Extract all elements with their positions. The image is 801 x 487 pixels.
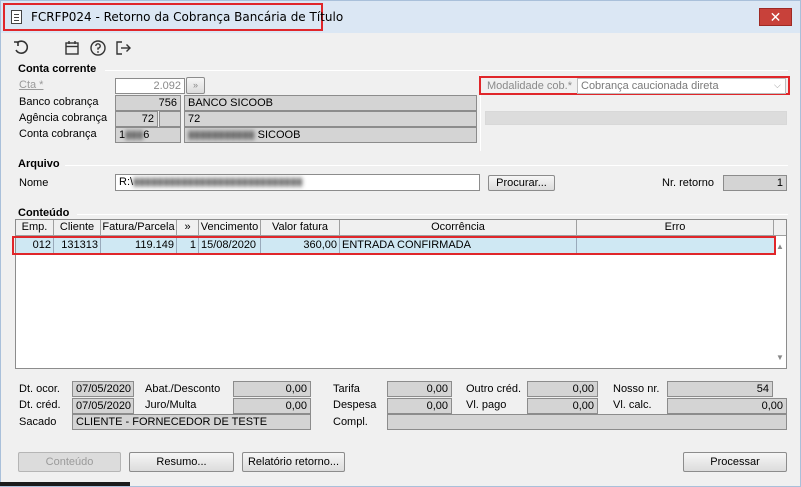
outro-cred-label: Outro créd.	[466, 383, 522, 395]
vl-pago-label: Vl. pago	[466, 399, 507, 411]
window: FCRFP024 - Retorno da Cobrança Bancária …	[0, 0, 801, 487]
calendar-icon[interactable]	[63, 39, 81, 57]
resumo-button[interactable]: Resumo...	[129, 452, 234, 472]
scroll-up-icon[interactable]: ▲	[776, 242, 784, 251]
nr-retorno-label: Nr. retorno	[662, 177, 714, 189]
column-header[interactable]: Fatura/Parcela	[101, 220, 177, 236]
compl-field[interactable]	[387, 414, 787, 430]
empty-field	[485, 111, 787, 125]
dt-cred-field[interactable]: 07/05/2020	[72, 398, 134, 414]
arquivo-title: Arquivo	[18, 158, 60, 170]
relatorio-retorno-button[interactable]: Relatório retorno...	[242, 452, 345, 472]
nosso-nr-field[interactable]: 54	[667, 381, 773, 397]
undo-icon[interactable]	[12, 39, 30, 57]
section-divider	[105, 70, 788, 71]
conta-name-field: ▮▮▮▮▮▮▮▮▮▮▮ SICOOB	[184, 127, 477, 143]
vl-calc-label: Vl. calc.	[613, 399, 652, 411]
outro-cred-field[interactable]: 0,00	[527, 381, 598, 397]
dt-ocor-field[interactable]: 07/05/2020	[72, 381, 134, 397]
exit-icon[interactable]	[114, 39, 132, 57]
nome-text: R:\	[119, 176, 134, 188]
sacado-label: Sacado	[19, 416, 57, 428]
sacado-field[interactable]: CLIENTE - FORNECEDOR DE TESTE	[72, 414, 311, 430]
title-bar: FCRFP024 - Retorno da Cobrança Bancária …	[1, 1, 800, 33]
juro-label: Juro/Multa	[145, 399, 197, 411]
column-header[interactable]: Valor fatura	[261, 220, 340, 236]
close-button[interactable]: ✕	[759, 8, 792, 26]
tarifa-field[interactable]: 0,00	[387, 381, 452, 397]
column-header[interactable]: Ocorrência	[340, 220, 577, 236]
tarifa-label: Tarifa	[333, 383, 360, 395]
document-icon	[11, 10, 22, 24]
nosso-nr-label: Nosso nr.	[613, 383, 660, 395]
modalidade-select[interactable]: Cobrança caucionada direta	[577, 78, 786, 94]
banco-code-field[interactable]: 756	[115, 95, 181, 111]
toolbar	[1, 33, 800, 61]
conteudo-title: Conteúdo	[18, 207, 70, 219]
row-highlight-box	[12, 236, 776, 255]
conteudo-button[interactable]: Conteúdo	[18, 452, 121, 472]
column-header[interactable]: Vencimento	[199, 220, 261, 236]
taskbar-edge	[0, 482, 130, 486]
nome-field[interactable]: R:\▮▮▮▮▮▮▮▮▮▮▮▮▮▮▮▮▮▮▮▮▮▮▮▮▮▮▮▮	[115, 174, 480, 191]
despesa-label: Despesa	[333, 399, 377, 411]
column-header[interactable]: Erro	[577, 220, 774, 236]
help-icon[interactable]	[89, 39, 107, 57]
banco-label: Banco cobrança	[19, 96, 99, 108]
abat-field[interactable]: 0,00	[233, 381, 311, 397]
vl-pago-field[interactable]: 0,00	[527, 398, 598, 414]
section-divider	[65, 165, 788, 166]
dt-cred-label: Dt. créd.	[19, 399, 61, 411]
banco-name-field: BANCO SICOOB	[184, 95, 477, 111]
vl-calc-field[interactable]: 0,00	[667, 398, 787, 414]
redacted-text: ▮▮▮▮▮▮▮▮▮▮▮▮▮▮▮▮▮▮▮▮▮▮▮▮▮▮▮▮	[133, 176, 303, 188]
compl-label: Compl.	[333, 416, 368, 428]
processar-button[interactable]: Processar	[683, 452, 787, 472]
agencia-label: Agência cobrança	[19, 112, 108, 124]
grid-header: Emp. Cliente Fatura/Parcela » Vencimento…	[16, 220, 786, 236]
abat-label: Abat./Desconto	[145, 383, 221, 395]
nome-label: Nome	[19, 177, 49, 189]
nr-retorno-field[interactable]: 1	[723, 175, 787, 191]
redacted-text: ▮▮▮▮▮▮▮▮▮▮▮	[188, 129, 255, 141]
column-header[interactable]: Emp.	[16, 220, 54, 236]
redacted-text: ▮▮▮	[125, 129, 144, 141]
juro-field[interactable]: 0,00	[233, 398, 311, 414]
agencia-name-field: 72	[184, 111, 477, 127]
modalidade-label: Modalidade cob.*	[487, 80, 573, 92]
dt-ocor-label: Dt. ocor.	[19, 383, 60, 395]
conta-code-tail: 6	[143, 129, 150, 141]
conta-code-field[interactable]: 1▮▮▮6	[115, 127, 181, 143]
despesa-field[interactable]: 0,00	[387, 398, 452, 414]
conta-name-text: SICOOB	[257, 129, 301, 141]
agencia-digit-field[interactable]	[159, 111, 181, 127]
section-divider	[77, 214, 788, 215]
cta-field[interactable]: 2.092	[115, 78, 185, 94]
column-header[interactable]: Cliente	[54, 220, 101, 236]
chevron-down-icon[interactable]: ⌵	[774, 80, 781, 91]
column-header[interactable]: »	[177, 220, 199, 236]
cta-label: Cta *	[19, 79, 44, 91]
agencia-code-field[interactable]: 72	[115, 111, 158, 127]
conta-cobranca-label: Conta cobrança	[19, 128, 97, 140]
conta-corrente-title: Conta corrente	[18, 63, 97, 75]
procurar-button[interactable]: Procurar...	[488, 175, 555, 191]
window-title: FCRFP024 - Retorno da Cobrança Bancária …	[31, 10, 344, 24]
scroll-down-icon[interactable]: ▼	[776, 353, 784, 362]
cta-lookup-button[interactable]: »	[186, 77, 205, 94]
